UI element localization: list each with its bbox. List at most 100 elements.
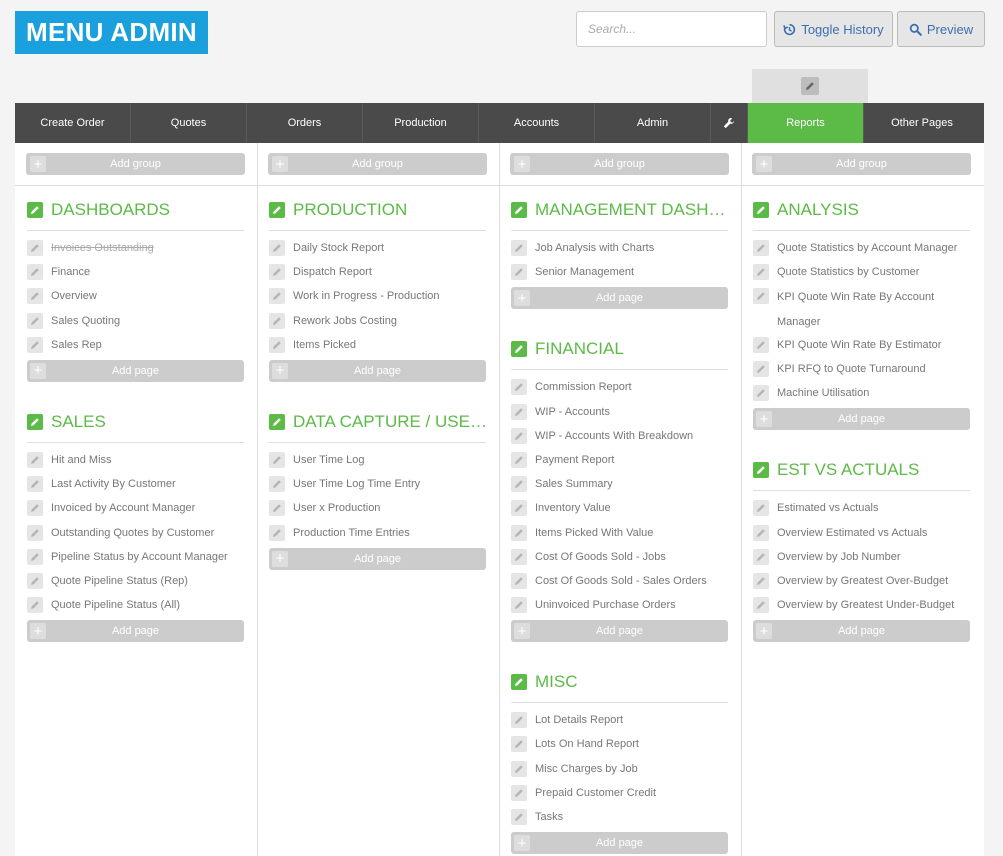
page-link[interactable]: KPI Quote Win Rate By Estimator xyxy=(777,339,941,351)
page-link[interactable]: Job Analysis with Charts xyxy=(535,242,654,254)
page-link[interactable]: Last Activity By Customer xyxy=(51,478,176,490)
tab-reports[interactable]: Reports xyxy=(748,103,864,143)
page-link[interactable]: Overview Estimated vs Actuals xyxy=(777,527,927,539)
page-link[interactable]: Machine Utilisation xyxy=(777,387,869,399)
page-link[interactable]: Tasks xyxy=(535,811,563,823)
edit-page-button[interactable] xyxy=(27,312,43,329)
tab-other-pages[interactable]: Other Pages xyxy=(864,103,980,143)
page-link[interactable]: Quote Pipeline Status (Rep) xyxy=(51,575,188,587)
edit-page-button[interactable] xyxy=(269,264,285,281)
toggle-history-button[interactable]: Toggle History xyxy=(774,11,893,47)
edit-page-button[interactable] xyxy=(511,240,527,256)
edit-page-button[interactable] xyxy=(753,548,769,565)
page-link[interactable]: Lot Details Report xyxy=(535,714,623,726)
add-group-button[interactable]: + Add group xyxy=(268,153,487,175)
edit-group-button[interactable] xyxy=(27,202,43,218)
page-link[interactable]: Senior Management xyxy=(535,266,634,278)
page-link[interactable]: Inventory Value xyxy=(535,502,611,514)
edit-page-button[interactable] xyxy=(511,500,527,517)
tools-tab[interactable] xyxy=(711,103,748,143)
edit-group-button[interactable] xyxy=(511,202,527,218)
page-link[interactable]: Quote Statistics by Account Manager xyxy=(777,242,957,254)
edit-page-button[interactable] xyxy=(269,288,285,305)
add-page-button[interactable]: + Add page xyxy=(511,287,728,310)
page-link[interactable]: Invoices Outstanding xyxy=(51,242,154,254)
page-link[interactable]: Quote Statistics by Customer xyxy=(777,266,919,278)
edit-page-button[interactable] xyxy=(27,336,43,353)
page-link[interactable]: Work in Progress - Production xyxy=(293,290,440,302)
page-link[interactable]: Uninvoiced Purchase Orders xyxy=(535,599,676,611)
page-link[interactable]: Commission Report xyxy=(535,381,632,393)
page-link[interactable]: Items Picked xyxy=(293,339,356,351)
edit-group-button[interactable] xyxy=(511,341,527,358)
page-link[interactable]: Pipeline Status by Account Manager xyxy=(51,551,228,563)
edit-page-button[interactable] xyxy=(511,784,527,801)
edit-page-button[interactable] xyxy=(27,476,43,493)
edit-page-button[interactable] xyxy=(753,240,769,256)
add-group-button[interactable]: + Add group xyxy=(26,153,245,175)
page-link[interactable]: Lots On Hand Report xyxy=(535,738,639,750)
page-link[interactable]: Prepaid Customer Credit xyxy=(535,787,656,799)
tab-admin[interactable]: Admin xyxy=(595,103,711,143)
add-page-button[interactable]: + Add page xyxy=(753,620,970,643)
edit-page-button[interactable] xyxy=(27,548,43,565)
add-group-button[interactable]: + Add group xyxy=(752,153,971,175)
edit-page-button[interactable] xyxy=(753,336,769,353)
edit-page-button[interactable] xyxy=(269,336,285,353)
edit-page-button[interactable] xyxy=(269,500,285,517)
page-link[interactable]: Rework Jobs Costing xyxy=(293,315,397,327)
edit-page-button[interactable] xyxy=(753,288,769,305)
page-link[interactable]: Items Picked With Value xyxy=(535,527,653,539)
page-link[interactable]: User x Production xyxy=(293,502,380,514)
edit-page-button[interactable] xyxy=(269,451,285,468)
edit-page-button[interactable] xyxy=(753,385,769,402)
page-link[interactable]: Dispatch Report xyxy=(293,266,372,278)
page-link[interactable]: Outstanding Quotes by Customer xyxy=(51,527,214,539)
preview-button[interactable]: Preview xyxy=(897,11,985,47)
edit-tab-button[interactable] xyxy=(801,77,819,95)
page-link[interactable]: Invoiced by Account Manager xyxy=(51,502,195,514)
edit-page-button[interactable] xyxy=(511,403,527,420)
edit-group-button[interactable] xyxy=(511,674,527,691)
tab-production[interactable]: Production xyxy=(363,103,479,143)
page-link[interactable]: Cost Of Goods Sold - Sales Orders xyxy=(535,575,707,587)
edit-page-button[interactable] xyxy=(27,240,43,256)
edit-page-button[interactable] xyxy=(269,476,285,493)
page-link[interactable]: WIP - Accounts xyxy=(535,406,610,418)
page-link[interactable]: Quote Pipeline Status (All) xyxy=(51,599,180,611)
edit-page-button[interactable] xyxy=(753,360,769,377)
edit-page-button[interactable] xyxy=(753,524,769,541)
add-group-button[interactable]: + Add group xyxy=(510,153,729,175)
page-link[interactable]: Misc Charges by Job xyxy=(535,763,638,775)
edit-group-button[interactable] xyxy=(27,413,43,430)
edit-page-button[interactable] xyxy=(27,264,43,281)
edit-page-button[interactable] xyxy=(27,572,43,589)
edit-page-button[interactable] xyxy=(27,597,43,614)
page-link[interactable]: Sales Summary xyxy=(535,478,613,490)
edit-page-button[interactable] xyxy=(511,760,527,777)
page-link[interactable]: Hit and Miss xyxy=(51,454,112,466)
page-link[interactable]: User Time Log Time Entry xyxy=(293,478,420,490)
edit-page-button[interactable] xyxy=(511,524,527,541)
page-link[interactable]: Finance xyxy=(51,266,90,278)
edit-page-button[interactable] xyxy=(511,572,527,589)
edit-page-button[interactable] xyxy=(511,264,527,281)
edit-page-button[interactable] xyxy=(269,312,285,329)
page-link[interactable]: Production Time Entries xyxy=(293,527,410,539)
edit-group-button[interactable] xyxy=(269,413,285,430)
edit-page-button[interactable] xyxy=(511,379,527,396)
edit-page-button[interactable] xyxy=(511,809,527,825)
tab-create-order[interactable]: Create Order xyxy=(15,103,131,143)
page-link[interactable]: Daily Stock Report xyxy=(293,242,384,254)
edit-group-button[interactable] xyxy=(269,202,285,218)
page-link[interactable]: Sales Quoting xyxy=(51,315,120,327)
search-input[interactable] xyxy=(576,11,767,47)
edit-page-button[interactable] xyxy=(511,427,527,444)
edit-page-button[interactable] xyxy=(511,476,527,493)
tab-orders[interactable]: Orders xyxy=(247,103,363,143)
edit-group-button[interactable] xyxy=(753,202,769,218)
edit-page-button[interactable] xyxy=(269,524,285,541)
edit-page-button[interactable] xyxy=(27,451,43,468)
add-page-button[interactable]: + Add page xyxy=(511,620,728,643)
edit-page-button[interactable] xyxy=(511,712,527,729)
